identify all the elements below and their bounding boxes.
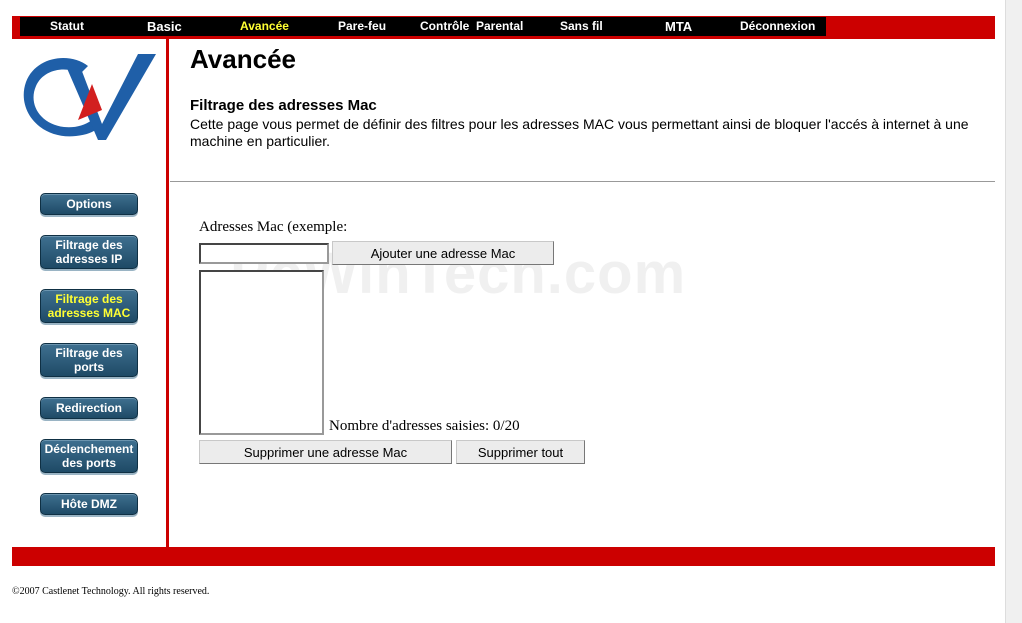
sidebar-item-dmz-host[interactable]: Hôte DMZ <box>40 493 138 515</box>
mac-address-list[interactable] <box>199 270 324 435</box>
sidebar-item-ip-filter[interactable]: Filtrage des adresses IP <box>40 235 138 269</box>
nav-basic[interactable]: Basic <box>147 17 182 36</box>
sidebar-item-options[interactable]: Options <box>40 193 138 215</box>
page-title: Avancée <box>190 44 296 74</box>
nav-sans-fil[interactable]: Sans fil <box>560 17 603 36</box>
address-count: Nombre d'adresses saisies: 0/20 <box>329 418 520 434</box>
divider <box>170 181 995 182</box>
mac-address-input[interactable] <box>199 243 329 264</box>
vertical-scrollbar[interactable] <box>1005 0 1022 623</box>
section-title: Filtrage des adresses Mac <box>190 97 377 114</box>
sidebar-item-port-filter[interactable]: Filtrage des ports <box>40 343 138 377</box>
sidebar-item-redirection[interactable]: Redirection <box>40 397 138 419</box>
add-mac-button[interactable]: Ajouter une adresse Mac <box>332 241 554 265</box>
vertical-divider <box>166 39 169 547</box>
delete-mac-button[interactable]: Supprimer une adresse Mac <box>199 440 452 464</box>
top-nav: Statut Basic Avancée Pare-feu Contrôle P… <box>20 17 826 36</box>
brand-logo <box>18 48 160 144</box>
nav-avancee[interactable]: Avancée <box>240 17 289 36</box>
nav-statut[interactable]: Statut <box>50 17 84 36</box>
mac-example-label: Adresses Mac (exemple: <box>199 219 348 235</box>
nav-deconnexion[interactable]: Déconnexion <box>740 17 815 36</box>
section-description: Cette page vous permet de définir des fi… <box>190 116 969 149</box>
copyright-text: ©2007 Castlenet Technology. All rights r… <box>12 586 210 597</box>
delete-all-button[interactable]: Supprimer tout <box>456 440 585 464</box>
nav-pare-feu[interactable]: Pare-feu <box>338 17 386 36</box>
nav-mta[interactable]: MTA <box>665 17 692 36</box>
nav-controle-parental[interactable]: Contrôle Parental <box>420 17 523 36</box>
bottom-red-band <box>12 547 995 566</box>
sidebar-item-port-trigger[interactable]: Déclenchement des ports <box>40 439 138 473</box>
sidebar-item-mac-filter[interactable]: Filtrage des adresses MAC <box>40 289 138 323</box>
